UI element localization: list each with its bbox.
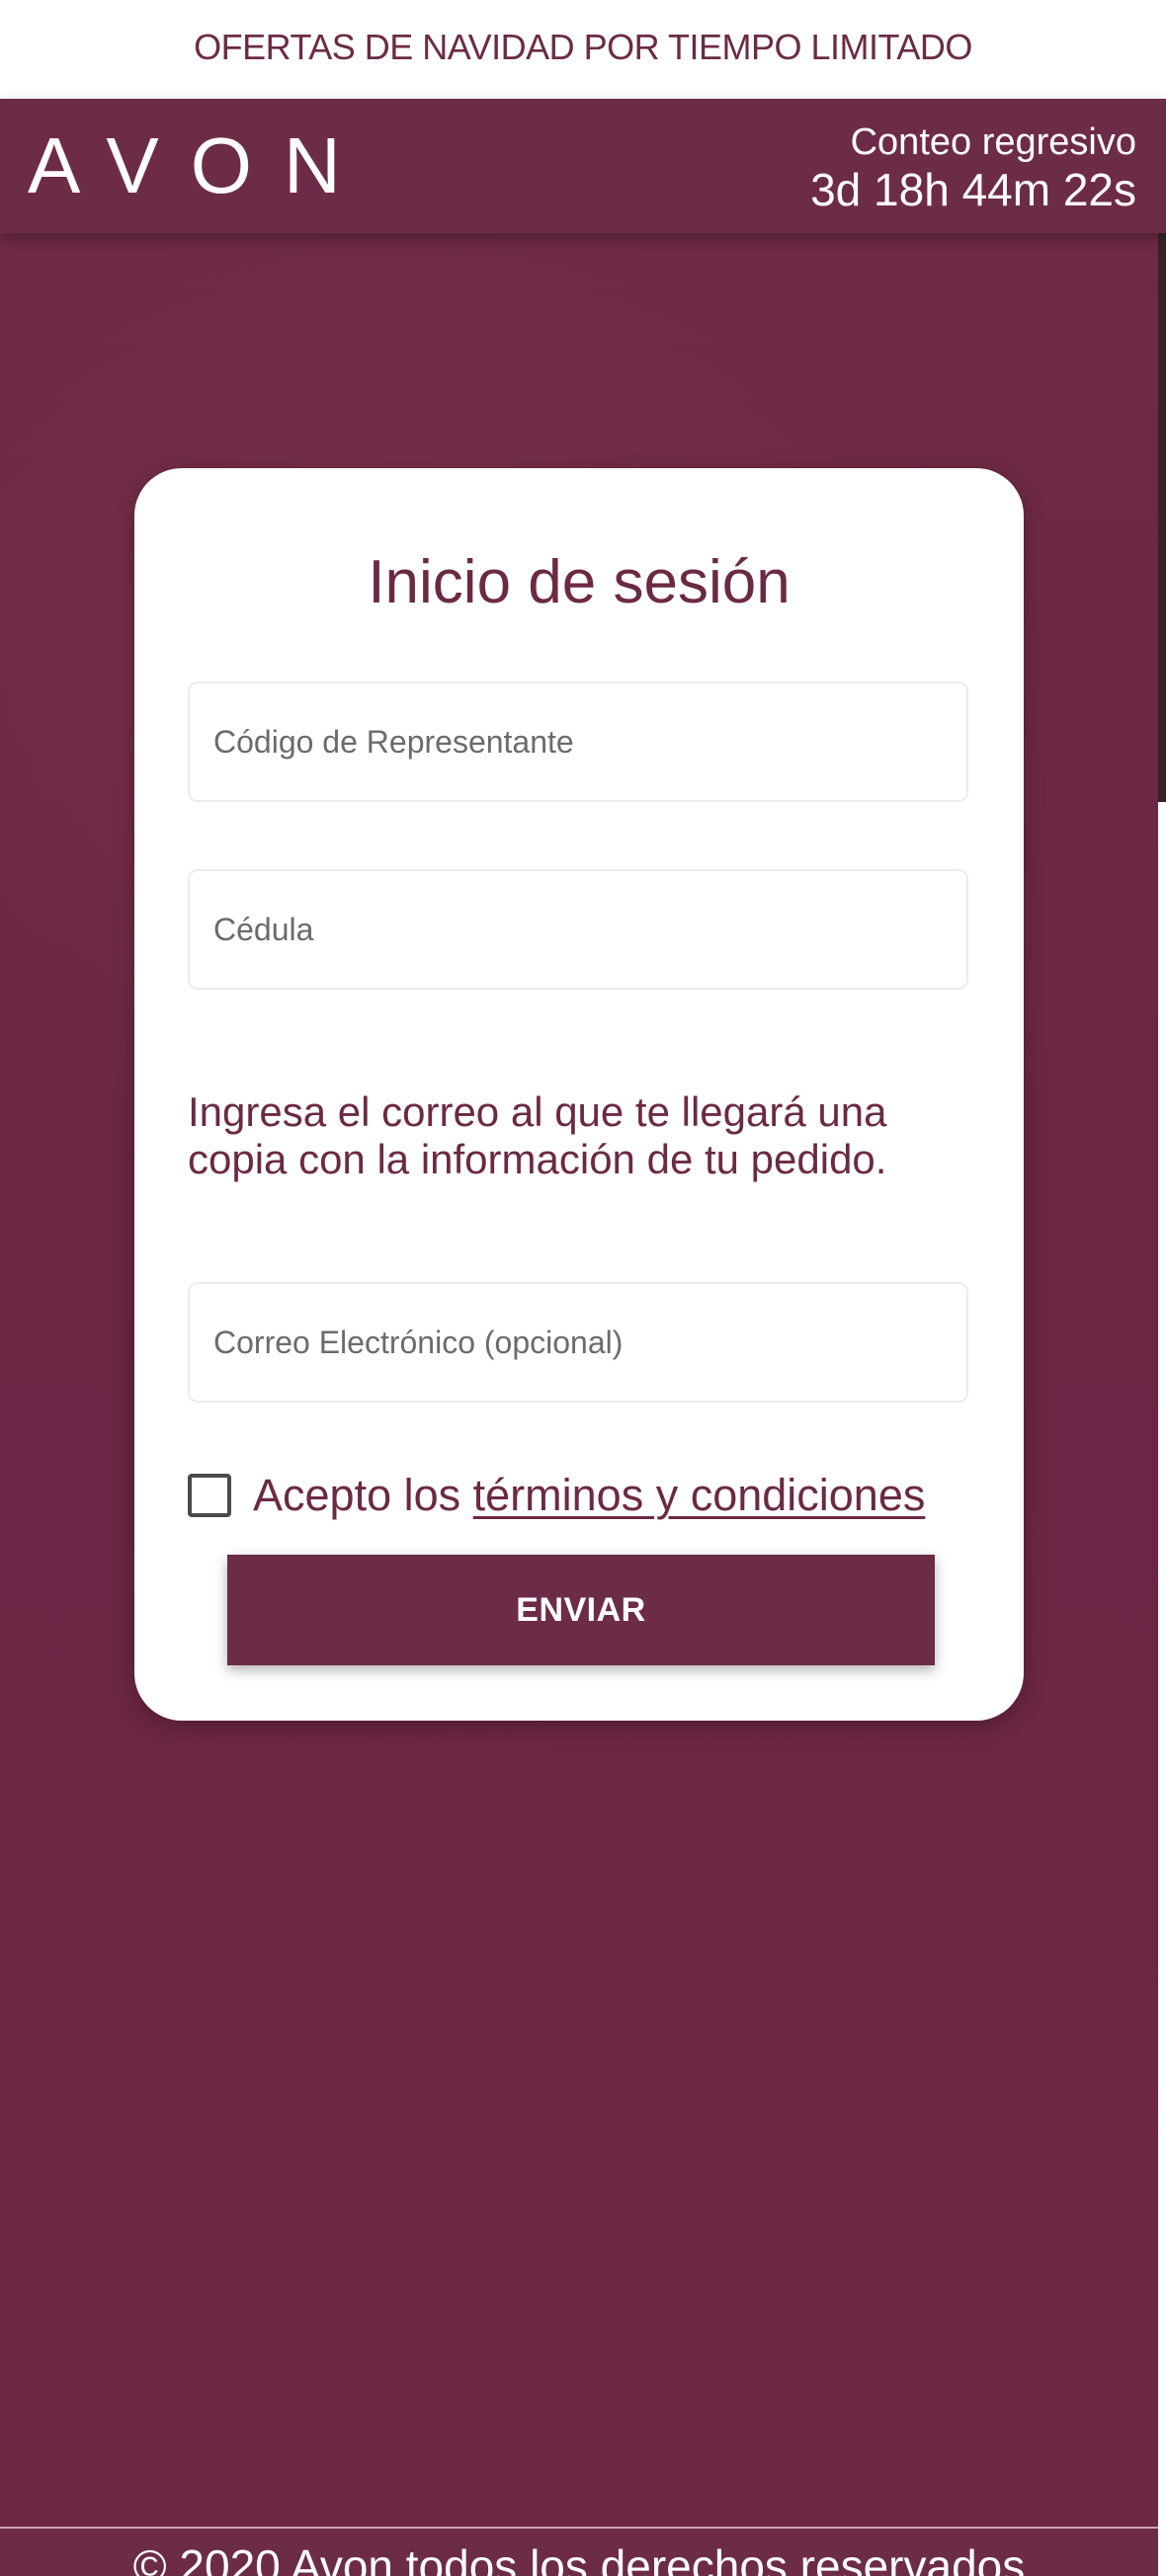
login-card: Inicio de sesión Ingresa el correo al qu… [134, 468, 1024, 1721]
footer-copyright: © 2020 Avon todos los derechos reservado… [132, 2540, 1026, 2576]
edge-strip [1158, 198, 1166, 802]
email-info-text: Ingresa el correo al que te llegará una … [188, 1088, 887, 1182]
promo-banner: OFERTAS DE NAVIDAD POR TIEMPO LIMITADO [0, 0, 1166, 99]
countdown-label: Conteo regresivo [850, 121, 1136, 163]
promo-text: OFERTAS DE NAVIDAD POR TIEMPO LIMITADO [194, 27, 972, 67]
login-title: Inicio de sesión [368, 548, 791, 616]
submit-button[interactable]: ENVIAR [227, 1555, 935, 1665]
avon-logo[interactable]: AVON [28, 122, 373, 209]
site-header: AVON Conteo regresivo 3d 18h 44m 22s [0, 99, 1166, 233]
terms-prefix: Acepto los [253, 1470, 473, 1520]
site-footer: © 2020 Avon todos los derechos reservado… [0, 2529, 1158, 2576]
terms-checkbox[interactable] [188, 1474, 231, 1517]
countdown-value: 3d 18h 44m 22s [810, 164, 1136, 215]
cedula-input[interactable] [188, 869, 968, 990]
terms-label: Acepto los términos y condiciones [253, 1470, 925, 1521]
edge-strip-light [1158, 802, 1166, 2576]
terms-link[interactable]: términos y condiciones [473, 1470, 926, 1520]
countdown-timer: Conteo regresivo 3d 18h 44m 22s [810, 121, 1136, 215]
terms-row: Acepto los términos y condiciones [188, 1466, 1018, 1525]
email-input[interactable] [188, 1282, 968, 1403]
representative-code-input[interactable] [188, 682, 968, 802]
